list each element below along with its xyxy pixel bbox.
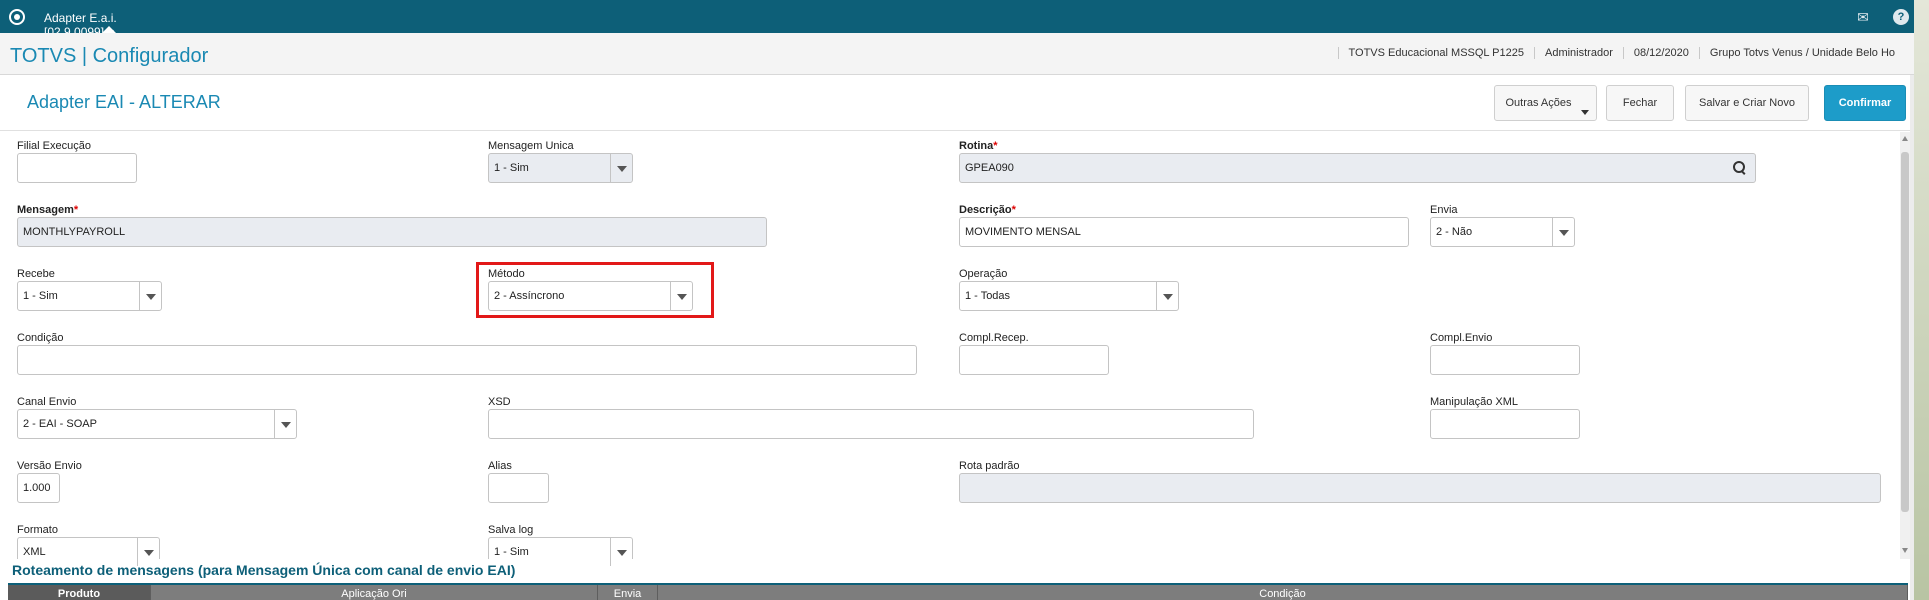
chevron-down-icon[interactable] — [610, 154, 632, 182]
mensagem-label: Mensagem* — [17, 204, 78, 216]
environment-name: TOTVS Educacional MSSQL P1225 — [1337, 47, 1534, 59]
compl-envio-label: Compl.Envio — [1430, 332, 1493, 344]
xsd-label: XSD — [488, 396, 511, 408]
column-header-condicao[interactable]: Condição — [658, 585, 1908, 600]
descricao-field[interactable]: MOVIMENTO MENSAL — [959, 217, 1409, 247]
mensagem-unica-select[interactable]: 1 - Sim — [488, 153, 633, 183]
mail-icon[interactable]: ✉ — [1855, 9, 1871, 25]
chevron-down-icon[interactable] — [139, 282, 161, 310]
salva-log-value: 1 - Sim — [494, 546, 529, 558]
manipulacao-xml-label: Manipulação XML — [1430, 396, 1519, 408]
canal-envio-label: Canal Envio — [17, 396, 77, 408]
scroll-down-icon[interactable] — [1902, 548, 1908, 553]
totvs-logo-icon[interactable] — [9, 9, 25, 25]
compl-recep-label: Compl.Recep. — [959, 332, 1029, 344]
alias-label: Alias — [488, 460, 512, 472]
rota-padrao-label: Rota padrão — [959, 460, 1020, 472]
company-branch[interactable]: Grupo Totvs Venus / Unidade Belo Ho — [1698, 47, 1905, 59]
envia-value: 2 - Não — [1436, 226, 1473, 238]
scrollbar-thumb[interactable] — [1901, 152, 1909, 512]
routing-grid-header: Produto Aplicação Ori Envia Condição — [8, 583, 1908, 600]
help-icon[interactable]: ? — [1893, 9, 1909, 25]
top-tab-bar: Adapter E.a.i. [02.9.0099]× ✉ ? — [0, 0, 1929, 39]
operacao-value: 1 - Todas — [965, 290, 1011, 302]
operacao-label: Operação — [959, 268, 1008, 280]
app-title: TOTVS | Configurador — [10, 45, 209, 67]
required-marker: * — [1011, 204, 1016, 216]
canal-envio-select[interactable]: 2 - EAI - SOAP — [17, 409, 297, 439]
mensagem-unica-value: 1 - Sim — [494, 162, 529, 174]
formato-value: XML — [23, 546, 46, 558]
compl-envio-field[interactable] — [1430, 345, 1580, 375]
routing-section-title: Roteamento de mensagens (para Mensagem Ú… — [12, 562, 516, 578]
chevron-down-icon[interactable] — [610, 538, 632, 566]
user-name[interactable]: Administrador — [1534, 47, 1623, 59]
app-header: TOTVS | Configurador TOTVS Educacional M… — [0, 33, 1929, 103]
recebe-value: 1 - Sim — [23, 290, 58, 302]
alias-field[interactable] — [488, 473, 549, 503]
operacao-select[interactable]: 1 - Todas — [959, 281, 1179, 311]
xsd-field[interactable] — [488, 409, 1254, 439]
envia-select[interactable]: 2 - Não — [1430, 217, 1575, 247]
environment-info: TOTVS Educacional MSSQL P1225 Administra… — [1337, 47, 1905, 59]
other-actions-button[interactable]: Outras Ações — [1494, 85, 1597, 121]
rotina-label-text: Rotina — [959, 140, 994, 152]
envia-label: Envia — [1430, 204, 1458, 216]
save-and-new-button[interactable]: Salvar e Criar Novo — [1685, 85, 1809, 121]
column-header-produto[interactable]: Produto — [8, 585, 151, 600]
filial-execucao-field[interactable] — [17, 153, 137, 183]
active-tab-indicator — [102, 26, 116, 33]
other-actions-label: Outras Ações — [1505, 97, 1572, 109]
form-scrollbar[interactable] — [1900, 132, 1910, 559]
column-header-aplicacao-ori[interactable]: Aplicação Ori — [151, 585, 598, 600]
descricao-label: Descrição* — [959, 204, 1016, 216]
page-header: Adapter EAI - ALTERAR Outras Ações Fecha… — [0, 75, 1910, 131]
chevron-down-icon[interactable] — [1552, 218, 1574, 246]
chevron-down-icon[interactable] — [274, 410, 296, 438]
rotina-field[interactable]: GPEA090 — [959, 153, 1756, 183]
versao-envio-label: Versão Envio — [17, 460, 82, 472]
system-date[interactable]: 08/12/2020 — [1622, 47, 1699, 59]
page-title: Adapter EAI - ALTERAR — [27, 92, 221, 112]
required-marker: * — [73, 204, 79, 216]
salva-log-select[interactable]: 1 - Sim — [488, 537, 633, 566]
scroll-up-icon[interactable] — [1902, 136, 1908, 141]
confirm-button[interactable]: Confirmar — [1824, 85, 1906, 121]
recebe-label: Recebe — [17, 268, 55, 280]
descricao-label-text: Descrição — [959, 204, 1012, 216]
rotina-label: Rotina* — [959, 140, 998, 152]
column-header-envia[interactable]: Envia — [598, 585, 658, 600]
filial-execucao-label: Filial Execução — [17, 140, 91, 152]
condicao-field[interactable] — [17, 345, 917, 375]
metodo-highlight-box — [476, 262, 714, 318]
manipulacao-xml-field[interactable] — [1430, 409, 1580, 439]
recebe-select[interactable]: 1 - Sim — [17, 281, 162, 311]
formato-label: Formato — [17, 524, 58, 536]
chevron-down-icon[interactable] — [1156, 282, 1178, 310]
close-button[interactable]: Fechar — [1606, 85, 1674, 121]
versao-envio-field[interactable]: 1.000 — [17, 473, 60, 503]
mensagem-field[interactable]: MONTHLYPAYROLL — [17, 217, 767, 247]
search-icon[interactable] — [1731, 159, 1749, 177]
desktop-background-edge — [1914, 0, 1929, 600]
canal-envio-value: 2 - EAI - SOAP — [23, 418, 97, 430]
mensagem-label-text: Mensagem — [17, 204, 74, 216]
formato-select[interactable]: XML — [17, 537, 160, 566]
rotina-value: GPEA090 — [965, 162, 1014, 174]
rota-padrao-field[interactable] — [959, 473, 1881, 503]
mensagem-unica-label: Mensagem Unica — [488, 140, 574, 152]
required-marker: * — [993, 140, 998, 152]
condicao-label: Condição — [17, 332, 64, 344]
compl-recep-field[interactable] — [959, 345, 1109, 375]
chevron-down-icon — [1581, 110, 1589, 115]
salva-log-label: Salva log — [488, 524, 534, 536]
